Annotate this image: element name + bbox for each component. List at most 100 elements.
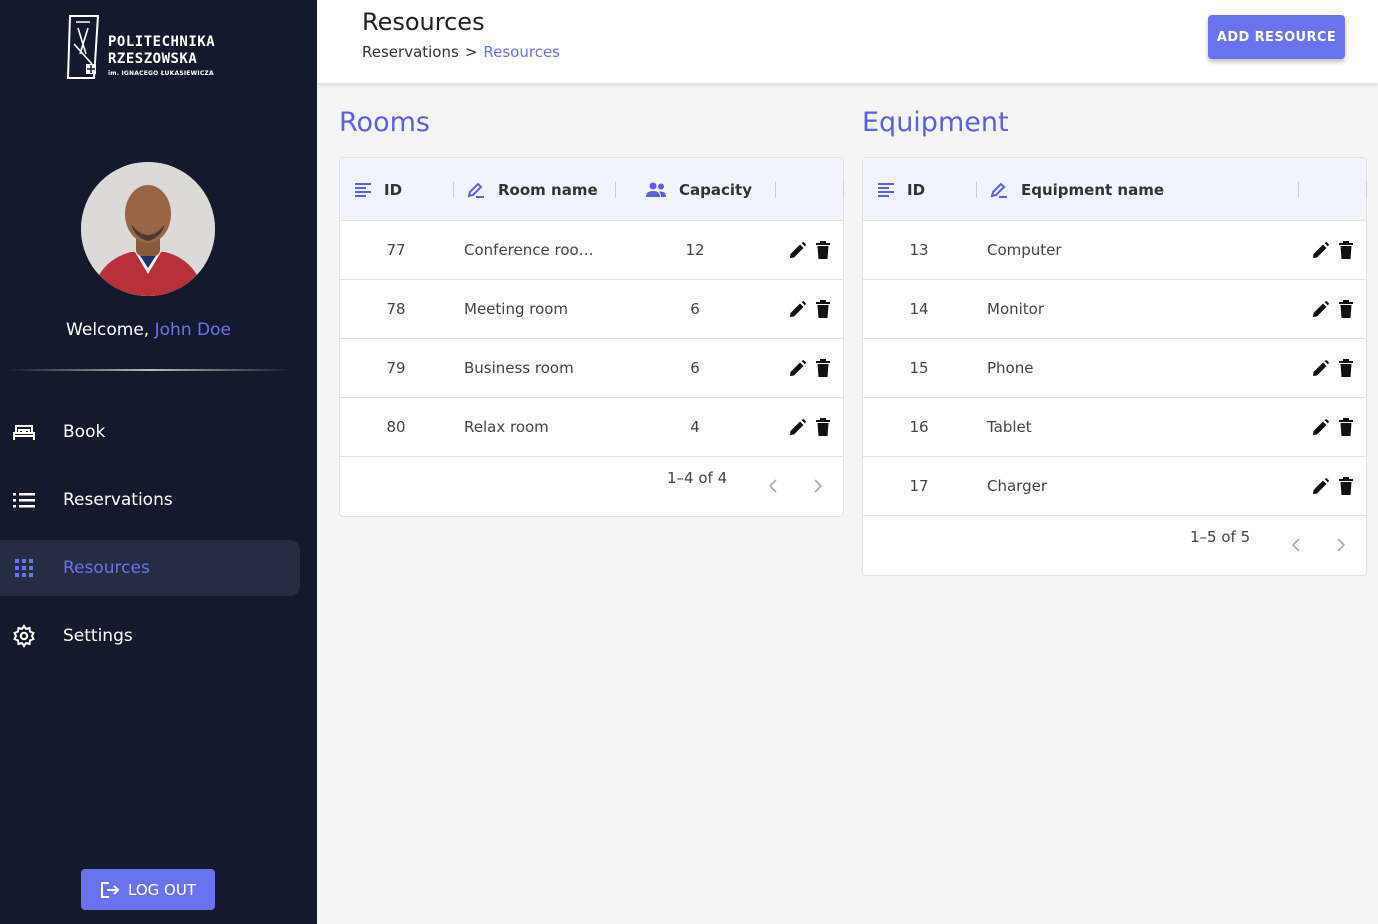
- chevron-left-icon[interactable]: [765, 477, 781, 495]
- chevron-right-icon[interactable]: [1333, 536, 1349, 554]
- top-bar: Resources Reservations > Resources ADD R…: [317, 0, 1378, 83]
- delete-icon[interactable]: [1337, 358, 1354, 378]
- sidebar-item-label: Reservations: [63, 490, 173, 510]
- cell-equipment-name: Monitor: [987, 300, 1045, 318]
- column-separator[interactable]: [843, 182, 844, 198]
- edit-icon[interactable]: [789, 299, 806, 319]
- page-title: Resources: [362, 8, 485, 36]
- logout-icon: [101, 881, 120, 898]
- breadcrumb-current: Resources: [483, 43, 560, 61]
- column-separator[interactable]: [775, 182, 776, 198]
- column-header-label: ID: [384, 180, 403, 199]
- cell-id: 14: [909, 300, 929, 318]
- edit-icon[interactable]: [1312, 240, 1329, 260]
- delete-icon[interactable]: [1337, 240, 1354, 260]
- table-row[interactable]: 77 Conference roo… 12: [340, 221, 843, 280]
- edit-icon[interactable]: [1312, 299, 1329, 319]
- cell-room-name: Meeting room: [464, 300, 569, 318]
- logout-label: LOG OUT: [128, 880, 196, 899]
- cell-equipment-name: Tablet: [987, 418, 1032, 436]
- add-resource-button[interactable]: ADD RESOURCE: [1208, 15, 1345, 59]
- gear-icon: [11, 624, 37, 648]
- column-header-id[interactable]: ID: [877, 158, 925, 221]
- edit-pen-icon: [467, 182, 484, 198]
- column-separator[interactable]: [1298, 182, 1299, 198]
- sidebar-item-resources[interactable]: Resources: [0, 540, 300, 596]
- cell-capacity: 12: [685, 241, 705, 259]
- cell-id: 16: [909, 418, 929, 436]
- cell-equipment-name: Charger: [987, 477, 1047, 495]
- column-separator[interactable]: [1366, 182, 1367, 198]
- edit-icon[interactable]: [1312, 476, 1329, 496]
- edit-icon[interactable]: [789, 240, 806, 260]
- table-row[interactable]: 13 Computer: [863, 221, 1366, 280]
- cell-capacity: 6: [690, 300, 700, 318]
- cell-id: 17: [909, 477, 929, 495]
- column-header-equipment-name[interactable]: Equipment name: [989, 158, 1164, 221]
- bed-icon: [11, 420, 37, 444]
- logo-line-2: RZESZOWSKA: [108, 51, 198, 67]
- equipment-title: Equipment: [862, 107, 1009, 138]
- logo-line-1: POLITECHNIKA: [108, 34, 216, 50]
- cell-room-name: Relax room: [464, 418, 549, 436]
- column-header-room-name[interactable]: Room name: [466, 158, 598, 221]
- cell-capacity: 4: [690, 418, 700, 436]
- delete-icon[interactable]: [814, 358, 831, 378]
- rooms-table-header: ID Room name Capacity: [340, 158, 844, 221]
- delete-icon[interactable]: [1337, 476, 1354, 496]
- table-row[interactable]: 80 Relax room 4: [340, 398, 843, 457]
- edit-icon[interactable]: [789, 417, 806, 437]
- chevron-right-icon[interactable]: [810, 477, 826, 495]
- breadcrumb-separator: >: [464, 43, 478, 61]
- edit-icon[interactable]: [789, 358, 806, 378]
- people-icon: [646, 182, 666, 197]
- table-row[interactable]: 15 Phone: [863, 339, 1366, 398]
- delete-icon[interactable]: [814, 240, 831, 260]
- chevron-left-icon[interactable]: [1288, 536, 1304, 554]
- sidebar-divider: [8, 369, 293, 371]
- breadcrumb: Reservations > Resources: [362, 43, 560, 61]
- table-row[interactable]: 16 Tablet: [863, 398, 1366, 457]
- cell-id: 80: [386, 418, 406, 436]
- column-header-id[interactable]: ID: [354, 158, 402, 221]
- rooms-title: Rooms: [339, 107, 430, 138]
- cell-room-name: Conference roo…: [464, 241, 594, 259]
- delete-icon[interactable]: [1337, 417, 1354, 437]
- edit-pen-icon: [990, 182, 1007, 198]
- table-row[interactable]: 78 Meeting room 6: [340, 280, 843, 339]
- pagination-text: 1–5 of 5: [1190, 528, 1251, 546]
- sidebar-item-label: Settings: [63, 626, 133, 646]
- university-logo: POLITECHNIKA RZESZOWSKA im. IGNACEGO ŁUK…: [66, 14, 215, 80]
- welcome-message: Welcome, John Doe: [0, 320, 297, 340]
- sidebar-item-book[interactable]: Book: [0, 404, 300, 460]
- cell-capacity: 6: [690, 359, 700, 377]
- column-header-label: Equipment name: [1021, 180, 1165, 199]
- cell-room-name: Business room: [464, 359, 574, 377]
- column-separator[interactable]: [453, 182, 454, 198]
- column-header-capacity[interactable]: Capacity: [645, 158, 752, 221]
- cell-id: 78: [386, 300, 406, 318]
- breadcrumb-parent[interactable]: Reservations: [362, 43, 459, 61]
- edit-icon[interactable]: [1312, 358, 1329, 378]
- sidebar-item-settings[interactable]: Settings: [0, 608, 300, 664]
- table-row[interactable]: 17 Charger: [863, 457, 1366, 516]
- equipment-table: ID Equipment name 13 Computer 14 Monitor…: [862, 157, 1367, 576]
- column-header-label: ID: [907, 180, 926, 199]
- column-header-label: Room name: [498, 180, 598, 199]
- delete-icon[interactable]: [1337, 299, 1354, 319]
- delete-icon[interactable]: [814, 299, 831, 319]
- edit-icon[interactable]: [1312, 417, 1329, 437]
- user-name[interactable]: John Doe: [155, 320, 231, 340]
- sidebar-item-reservations[interactable]: Reservations: [0, 472, 300, 528]
- column-header-label: Capacity: [679, 180, 752, 199]
- avatar: [81, 162, 215, 296]
- equipment-table-header: ID Equipment name: [863, 158, 1367, 221]
- logout-button[interactable]: LOG OUT: [81, 869, 215, 910]
- delete-icon[interactable]: [814, 417, 831, 437]
- sidebar-item-label: Book: [63, 422, 106, 442]
- column-separator[interactable]: [615, 182, 616, 198]
- column-separator[interactable]: [976, 182, 977, 198]
- table-row[interactable]: 14 Monitor: [863, 280, 1366, 339]
- pagination-text: 1–4 of 4: [667, 469, 728, 487]
- table-row[interactable]: 79 Business room 6: [340, 339, 843, 398]
